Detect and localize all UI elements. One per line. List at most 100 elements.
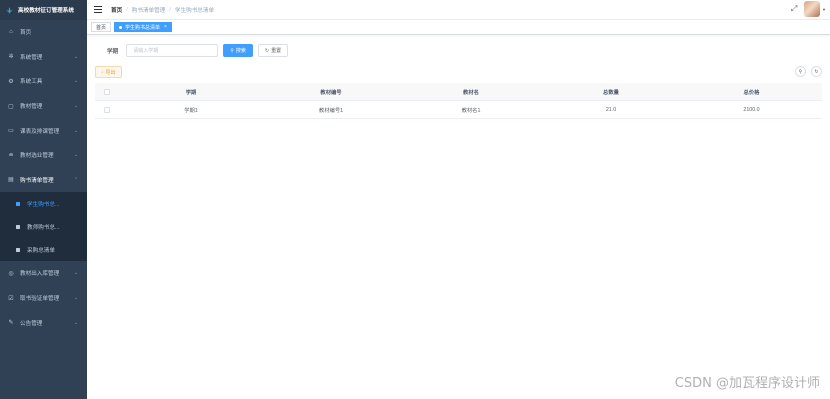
stack-icon: ≘: [8, 152, 14, 159]
row-checkbox[interactable]: [104, 106, 110, 113]
column-header: 总数量: [603, 89, 619, 96]
download-icon: ↓: [101, 69, 104, 75]
hamburger-icon[interactable]: [94, 6, 102, 13]
sidebar-subitem-procurement[interactable]: 采购总清单: [0, 238, 87, 261]
sidebar-item-system[interactable]: ✲ 系统管理 ⌄: [0, 45, 87, 70]
select-all-checkbox[interactable]: [104, 88, 110, 95]
chevron-up-icon: ⌃: [73, 176, 78, 183]
reset-button[interactable]: ↻ 重置: [257, 44, 289, 57]
table-cell: 21.0: [605, 106, 617, 113]
sidebar-item-label: 购书清单管理: [20, 177, 54, 184]
table-cell: 学期1: [184, 107, 198, 114]
box-icon: ◎: [8, 270, 14, 277]
avatar[interactable]: [804, 1, 821, 17]
table-row[interactable]: 学期1 教材编号1 教材名1 21.0 2100.0: [95, 101, 822, 119]
chevron-down-icon: ⌄: [73, 78, 78, 85]
caret-down-icon[interactable]: ▼: [822, 7, 826, 12]
book-icon: ▢: [8, 103, 14, 110]
sidebar-item-textbooks[interactable]: ▢ 教材管理 ⌄: [0, 94, 87, 119]
submenu-purchase-list: 学生购书总... 教师购书总... 采购总清单: [0, 192, 87, 262]
refresh-icon: ↻: [264, 47, 270, 54]
breadcrumb: 首页 / 购书清单管理 / 学生购书总清单: [111, 6, 214, 14]
square-icon: [16, 201, 20, 206]
table-cell: 2100.0: [743, 106, 760, 113]
square-icon: [16, 224, 20, 229]
navbar-right: ⤢ ▼: [790, 1, 826, 17]
search-button-label: 搜索: [235, 48, 246, 54]
search-button[interactable]: ⚲ 搜索: [223, 44, 253, 57]
breadcrumb-separator: /: [169, 6, 171, 13]
data-table: 学期 教材编号 教材名 总数量 总价格 学期1 教材编号1 教材名1 21.0 …: [95, 83, 822, 119]
breadcrumb-current: 学生购书总清单: [174, 7, 215, 14]
refresh-icon: ↻: [814, 68, 819, 75]
table-cell: 教材编号1: [318, 107, 344, 114]
sidebar-item-label: 教材出入库管理: [20, 271, 60, 278]
column-header: 教材编号: [320, 89, 342, 96]
check-icon: ☑: [8, 295, 14, 302]
calendar-icon: ▭: [8, 128, 14, 135]
column-header: 总价格: [743, 89, 760, 96]
search-icon: ⚲: [798, 68, 803, 75]
main-content: 学期 ⚲ 搜索 ↻ 重置 ↓ 导出 ⚲ ↻ 学期 教材编号 教材名: [87, 36, 830, 399]
sidebar-item-stock[interactable]: ◎ 教材出入库管理 ⌄: [0, 261, 87, 286]
navbar: 首页 / 购书清单管理 / 学生购书总清单 ⤢ ▼: [87, 0, 830, 20]
gear-icon: ✲: [8, 54, 14, 61]
square-icon: [16, 247, 20, 252]
tag-home[interactable]: 首页: [91, 22, 112, 32]
sidebar-item-label: 教师购书总...: [27, 224, 60, 231]
column-header: 学期: [185, 89, 197, 96]
dot-icon: [119, 25, 123, 29]
sidebar-item-tools[interactable]: ⚙ 系统工具 ⌄: [0, 69, 87, 94]
chevron-down-icon: ⌄: [73, 319, 78, 326]
search-form: 学期 ⚲ 搜索 ↻ 重置: [107, 44, 289, 57]
breadcrumb-item: 购书清单管理: [131, 7, 166, 14]
chevron-down-icon: ⌄: [73, 270, 78, 277]
export-button[interactable]: ↓ 导出: [95, 66, 122, 78]
table-header: 学期 教材编号 教材名 总数量 总价格: [95, 83, 822, 101]
row-checkbox-cell: [95, 106, 121, 113]
tags-view: 首页 学生购书总清单 ×: [87, 20, 830, 35]
home-icon: ⌂: [9, 29, 13, 36]
breadcrumb-separator: /: [126, 6, 128, 13]
toolbar: ↓ 导出 ⚲ ↻: [95, 66, 822, 79]
breadcrumb-home[interactable]: 首页: [111, 6, 122, 14]
sidebar-item-label: 系统工具: [20, 79, 43, 86]
toggle-search-button[interactable]: ⚲: [795, 66, 806, 77]
column-header: 教材名: [463, 89, 479, 96]
refresh-button[interactable]: ↻: [811, 66, 822, 77]
chevron-down-icon: ⌄: [73, 103, 78, 110]
search-input[interactable]: [126, 44, 219, 57]
table-cell: 教材名1: [461, 107, 481, 114]
sidebar-item-label: 首页: [20, 30, 32, 37]
sidebar-item-label: 教材选业管理: [20, 153, 54, 160]
brand[interactable]: 高校教材征订管理系统: [0, 0, 87, 20]
sidebar-item-label: 采购总清单: [27, 247, 55, 254]
header-checkbox-cell: [95, 88, 121, 95]
tag-student-total[interactable]: 学生购书总清单 ×: [114, 22, 172, 32]
list-icon: ▤: [8, 177, 14, 184]
search-icon: ⚲: [230, 47, 234, 54]
sidebar-item-verify[interactable]: ☑ 取书验证单管理 ⌄: [0, 286, 87, 311]
logo-icon: [5, 6, 14, 14]
sidebar-item-home[interactable]: ⌂ 首页: [0, 20, 87, 45]
tool-icon: ⚙: [8, 78, 14, 85]
sidebar-subitem-student-total[interactable]: 学生购书总...: [0, 192, 87, 215]
close-icon[interactable]: ×: [164, 24, 167, 30]
reset-button-label: 重置: [271, 48, 282, 54]
sidebar-item-label: 公告管理: [20, 320, 43, 327]
fullscreen-icon[interactable]: ⤢: [790, 4, 798, 13]
chevron-down-icon: ⌄: [73, 127, 78, 134]
brand-title: 高校教材征订管理系统: [18, 8, 74, 14]
sidebar-item-schedule[interactable]: ▭ 课表及排课管理 ⌄: [0, 118, 87, 143]
export-button-label: 导出: [105, 69, 116, 76]
sidebar-item-notice[interactable]: ✎ 公告管理 ⌄: [0, 310, 87, 335]
edit-icon: ✎: [8, 320, 14, 327]
sidebar-subitem-teacher-total[interactable]: 教师购书总...: [0, 215, 87, 238]
chevron-down-icon: ⌄: [73, 152, 78, 159]
sidebar-item-label: 系统管理: [20, 54, 43, 61]
sidebar: 高校教材征订管理系统 ⌂ 首页 ✲ 系统管理 ⌄ ⚙ 系统工具 ⌄ ▢ 教材管理…: [0, 0, 87, 399]
sidebar-item-purchase-list[interactable]: ▤ 购书清单管理 ⌃: [0, 168, 87, 193]
search-label: 学期: [107, 48, 119, 55]
sidebar-item-selection[interactable]: ≘ 教材选业管理 ⌄: [0, 143, 87, 168]
tag-label: 学生购书总清单: [125, 24, 161, 31]
